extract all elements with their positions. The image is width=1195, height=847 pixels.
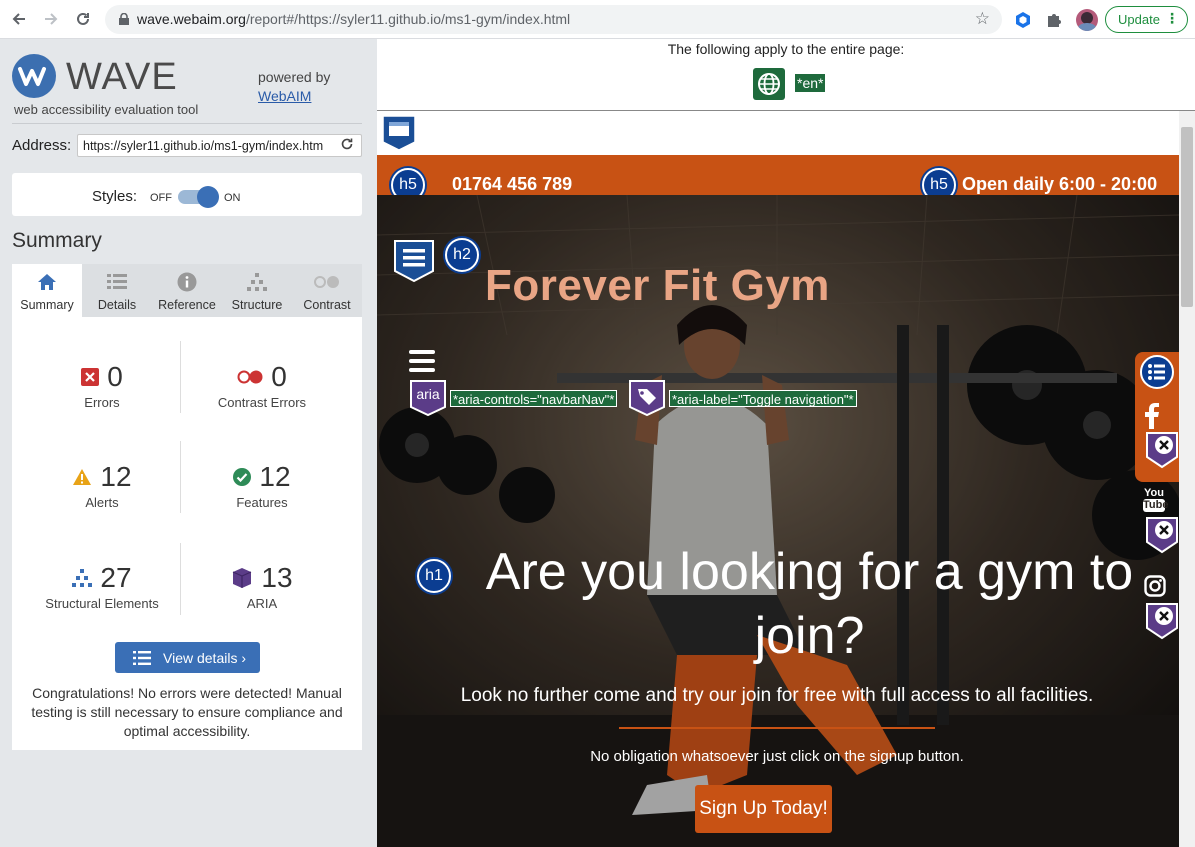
summary-panel: 0 Errors 0 Contrast Errors 12 Alerts 12 …	[12, 317, 362, 750]
update-button[interactable]: Update ⋮	[1105, 6, 1188, 33]
view-details-button[interactable]: View details ›	[115, 642, 260, 673]
styles-on-label: ON	[224, 192, 241, 204]
styles-toggle-panel: Styles: OFF ON	[12, 173, 362, 216]
aria-cube-icon	[231, 567, 253, 589]
lock-icon	[119, 13, 129, 25]
alert-icon	[72, 468, 92, 486]
facebook-icon[interactable]	[1145, 403, 1159, 434]
hero-note: No obligation whatsoever just click on t…	[590, 748, 964, 765]
link-error-badge-icon[interactable]	[1145, 431, 1179, 474]
tree-icon	[222, 272, 292, 292]
wave-subtitle: web accessibility evaluation tool	[14, 102, 199, 117]
aria-stat[interactable]: 13 ARIA	[182, 562, 342, 611]
browser-toolbar: wave.webaim.org/report#/https://syler11.…	[0, 0, 1195, 39]
styles-label: Styles:	[92, 188, 138, 205]
tab-reference[interactable]: Reference	[152, 264, 222, 317]
sidebar-tabs: Summary Details Reference Structure Cont…	[12, 264, 362, 317]
powered-by-text: powered by	[258, 69, 331, 85]
features-stat[interactable]: 12 Features	[182, 461, 342, 510]
tab-structure[interactable]: Structure	[222, 264, 292, 317]
forward-arrow-icon[interactable]	[40, 8, 62, 30]
refresh-icon[interactable]	[340, 137, 354, 154]
site-phone: 01764 456 789	[452, 174, 573, 194]
nav-region-icon[interactable]	[393, 239, 435, 288]
instagram-icon[interactable]	[1144, 575, 1166, 602]
scrollbar-thumb[interactable]	[1181, 127, 1193, 307]
aria-icon[interactable]: aria	[409, 379, 447, 422]
tab-details[interactable]: Details	[82, 264, 152, 317]
signup-button[interactable]: Sign Up Today!	[695, 785, 832, 833]
link-error-badge-icon[interactable]	[1145, 516, 1179, 559]
tab-summary[interactable]: Summary	[12, 264, 82, 317]
profile-avatar[interactable]	[1076, 9, 1098, 31]
divider	[12, 123, 362, 124]
reload-icon[interactable]	[72, 8, 94, 30]
link-error-badge-icon[interactable]	[1145, 602, 1179, 645]
report-view: The following apply to the entire page: …	[377, 39, 1195, 847]
page-wide-notice: The following apply to the entire page:	[667, 41, 905, 57]
toggle-knob[interactable]	[197, 186, 219, 208]
list-icon	[133, 650, 151, 665]
info-icon	[152, 272, 222, 292]
aria-label-tag: *aria-label="Toggle navigation"*	[669, 390, 857, 407]
errors-stat[interactable]: 0 Errors	[22, 361, 182, 410]
hero-heading: Are you looking for a gym to join?	[485, 543, 1134, 665]
puzzle-extensions-icon[interactable]	[1046, 11, 1063, 33]
hero-subtitle: Look no further come and try our join fo…	[460, 685, 1094, 706]
error-icon	[81, 368, 100, 386]
h2-badge[interactable]: h2	[445, 238, 479, 272]
site-topbar: h5 01764 456 789 h5 Open daily 6:00 - 20…	[377, 155, 1179, 202]
back-arrow-icon[interactable]	[8, 8, 30, 30]
address-label: Address:	[12, 137, 72, 154]
divider	[377, 110, 1195, 111]
structural-elements-stat[interactable]: 27 Structural Elements	[22, 562, 182, 611]
youtube-icon[interactable]: You Tube	[1143, 488, 1168, 512]
list-structure-badge-icon[interactable]	[1139, 354, 1175, 395]
hero-divider	[619, 727, 935, 729]
evaluated-website: h5 01764 456 789 h5 Open daily 6:00 - 20…	[377, 155, 1179, 847]
summary-heading: Summary	[12, 229, 102, 252]
hamburger-menu-icon[interactable]	[409, 350, 435, 377]
site-brand-title: Forever Fit Gym	[485, 261, 830, 310]
aria-controls-tag: *aria-controls="navbarNav"*	[450, 390, 618, 407]
congrats-message: Congratulations! No errors were detected…	[31, 685, 343, 739]
wave-logo-icon	[12, 54, 56, 98]
header-region-icon[interactable]	[381, 114, 417, 157]
list-icon	[82, 272, 152, 292]
feature-check-icon	[233, 468, 252, 486]
aria-label-tag-icon[interactable]	[628, 379, 666, 422]
extension-icon[interactable]	[1015, 11, 1031, 34]
home-icon	[12, 272, 82, 292]
alerts-stat[interactable]: 12 Alerts	[22, 461, 182, 510]
webaim-link[interactable]: WebAIM	[258, 88, 311, 104]
address-input[interactable]: https://syler11.github.io/ms1-gym/index.…	[77, 134, 362, 157]
menu-dots-icon: ⋮	[1165, 10, 1179, 26]
url-text: wave.webaim.org/report#/https://syler11.…	[137, 11, 571, 27]
wave-logo-text: WAVE	[66, 56, 178, 98]
aria-badge-label: aria	[416, 386, 440, 402]
contrast-icon	[292, 272, 362, 292]
hero-section: h2 Forever Fit Gym aria *aria-controls="…	[377, 195, 1179, 847]
language-tag: *en*	[795, 74, 826, 92]
bookmark-star-icon[interactable]: ☆	[975, 9, 990, 29]
site-hours: Open daily 6:00 - 20:00	[962, 174, 1158, 194]
structure-tree-icon	[72, 569, 93, 587]
address-bar[interactable]: wave.webaim.org/report#/https://syler11.…	[105, 5, 1002, 34]
contrast-errors-stat[interactable]: 0 Contrast Errors	[182, 361, 342, 410]
language-globe-icon[interactable]	[753, 68, 785, 100]
tab-contrast[interactable]: Contrast	[292, 264, 362, 317]
styles-off-label: OFF	[150, 192, 172, 204]
contrast-error-icon	[237, 370, 263, 384]
